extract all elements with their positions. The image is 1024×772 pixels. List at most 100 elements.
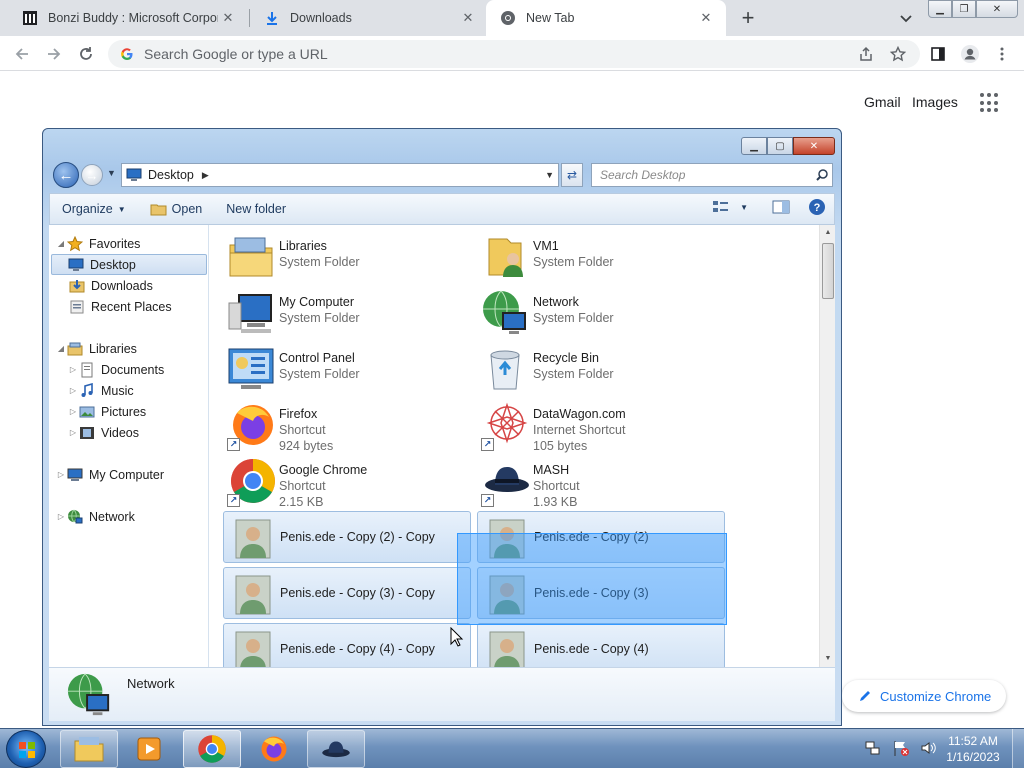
close-icon[interactable]: ✕ [696,8,716,28]
nav-libraries[interactable]: ◢ Libraries [55,338,137,359]
customize-chrome-button[interactable]: Customize Chrome [842,680,1006,712]
vertical-scrollbar[interactable]: ▲ ▼ [819,225,835,667]
taskbar-explorer[interactable] [60,730,118,768]
nav-my-computer[interactable]: ▷ My Computer [55,464,164,485]
tab-bonzi-buddy[interactable]: Bonzi Buddy : Microsoft Corporat ✕ [8,0,248,36]
expand-arrow-icon[interactable]: ▷ [67,428,79,437]
reload-button[interactable] [72,40,100,68]
refresh-button[interactable]: ⇄ [561,163,583,187]
explorer-maximize-button[interactable]: ▢ [767,137,793,155]
new-folder-button[interactable]: New folder [214,194,298,224]
close-icon[interactable]: ✕ [218,8,238,28]
file-item-mash[interactable]: ↗ MASH Shortcut 1.93 KB [477,455,725,509]
taskbar-chrome[interactable] [183,730,241,768]
share-button[interactable] [852,40,880,68]
gmail-link[interactable]: Gmail [864,94,901,110]
tab-new-tab[interactable]: New Tab ✕ [486,0,726,36]
nav-music[interactable]: ▷ Music [67,380,134,401]
file-item-google-chrome[interactable]: ↗ Google Chrome Shortcut 2.15 KB [223,455,471,509]
nav-network[interactable]: ▷ Network [55,506,135,527]
start-button[interactable] [6,730,46,768]
profile-button[interactable] [956,40,984,68]
help-icon[interactable]: ? [808,198,826,216]
file-item-penis-copy-4[interactable]: Penis.ede - Copy (4) [477,623,725,667]
view-options-icon[interactable] [712,199,730,215]
file-item-libraries[interactable]: Libraries System Folder [223,231,471,283]
nav-documents[interactable]: ▷ Documents [67,359,164,380]
menu-button[interactable] [988,40,1016,68]
volume-icon[interactable] [920,739,938,757]
nav-favorites[interactable]: ◢ Favorites [55,233,140,254]
file-item-penis-copy-2-copy[interactable]: Penis.ede - Copy (2) - Copy [223,511,471,563]
scrollbar-thumb[interactable] [822,243,834,299]
file-item-my-computer[interactable]: My Computer System Folder [223,287,471,339]
taskbar-clock[interactable]: 11:52 AM 1/16/2023 [940,733,1006,765]
nav-recent-places[interactable]: Recent Places [69,296,172,317]
side-panel-button[interactable] [924,40,952,68]
nav-downloads[interactable]: Downloads [69,275,153,296]
restore-button[interactable]: ❐ [952,0,976,18]
organize-button[interactable]: Organize ▼ [50,194,138,224]
file-name: DataWagon.com [533,407,626,421]
explorer-close-button[interactable]: ✕ [793,137,835,155]
taskbar-mash[interactable] [307,730,365,768]
omnibox[interactable]: Search Google or type a URL [108,40,920,68]
open-button[interactable]: Open [138,194,215,224]
search-icon[interactable] [812,168,832,182]
forward-button[interactable] [40,40,68,68]
show-desktop-button[interactable] [1012,729,1024,769]
bookmark-button[interactable] [884,40,912,68]
expand-arrow-icon[interactable]: ▷ [55,470,67,479]
explorer-back-button[interactable]: ← [53,162,79,188]
breadcrumb-desktop[interactable]: Desktop [148,168,194,182]
tab-downloads[interactable]: Downloads ✕ [250,0,488,36]
expand-arrow-icon[interactable]: ◢ [55,344,67,353]
explorer-minimize-button[interactable]: ▁ [741,137,767,155]
scroll-up-arrow-icon[interactable]: ▲ [820,225,836,241]
expand-arrow-icon[interactable]: ▷ [67,386,79,395]
firefox-icon [261,736,287,762]
file-item-firefox[interactable]: ↗ Firefox Shortcut 924 bytes [223,399,471,453]
file-item-penis-copy-3-copy[interactable]: Penis.ede - Copy (3) - Copy [223,567,471,619]
expand-arrow-icon[interactable]: ▷ [67,407,79,416]
google-apps-icon[interactable] [980,93,1000,113]
taskbar-media-player[interactable] [120,730,178,768]
file-item-vm1[interactable]: VM1 System Folder [477,231,725,283]
file-item-penis-copy-4-copy[interactable]: Penis.ede - Copy (4) - Copy [223,623,471,667]
nav-videos[interactable]: ▷ Videos [67,422,139,443]
address-dropdown-icon[interactable]: ▼ [545,170,554,180]
computer-icon [228,294,272,333]
explorer-forward-button[interactable]: → [81,164,103,186]
network-status-icon[interactable] [864,739,882,757]
nav-pictures[interactable]: ▷ Pictures [67,401,146,422]
preview-pane-icon[interactable] [772,199,790,215]
close-icon[interactable]: ✕ [458,8,478,28]
search-input[interactable]: Search Desktop [591,163,833,187]
images-link[interactable]: Images [912,94,958,110]
expand-arrow-icon[interactable]: ▷ [67,365,79,374]
new-tab-button[interactable]: + [736,5,760,30]
view-dropdown-icon[interactable]: ▼ [740,203,748,212]
recent-pages-dropdown[interactable]: ▼ [107,168,116,178]
expand-arrow-icon[interactable]: ◢ [55,239,67,248]
chevron-down-icon[interactable] [896,8,916,28]
file-item-datawagon[interactable]: ↗ DataWagon.com Internet Shortcut 105 by… [477,399,725,453]
taskbar-firefox[interactable] [245,730,303,768]
file-item-control-panel[interactable]: Control Panel System Folder [223,343,471,395]
minimize-button[interactable]: ▁ [928,0,952,18]
caret-down-icon: ▼ [117,204,126,214]
address-bar[interactable]: Desktop ▶ ▼ [121,163,559,187]
user-file-icon [235,519,271,559]
breadcrumb-arrow-icon[interactable]: ▶ [202,170,209,181]
scroll-down-arrow-icon[interactable]: ▼ [820,651,836,667]
file-list: Libraries System Folder VM1 System Folde… [209,225,835,667]
file-type: System Folder [533,311,614,325]
file-item-recycle-bin[interactable]: Recycle Bin System Folder [477,343,725,395]
close-window-button[interactable]: ✕ [976,0,1018,18]
expand-arrow-icon[interactable]: ▷ [55,512,67,521]
back-button[interactable] [8,40,36,68]
nav-desktop[interactable]: Desktop [51,254,207,275]
action-center-flag-icon[interactable] [892,739,910,757]
command-bar: Organize ▼ Open New folder ▼ ? [49,193,835,225]
file-item-network[interactable]: Network System Folder [477,287,725,339]
